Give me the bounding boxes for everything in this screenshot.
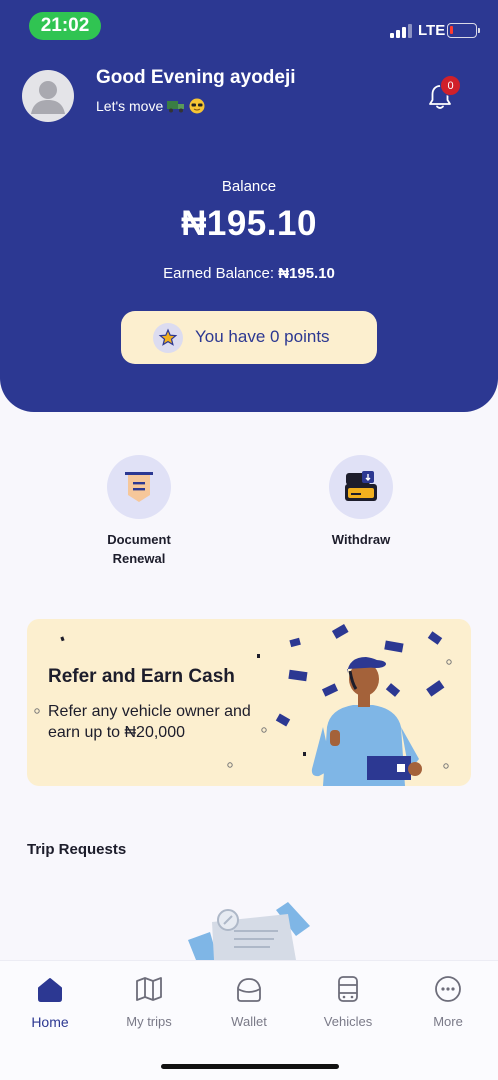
greeting-title: Good Evening ayodeji bbox=[96, 67, 296, 88]
home-indicator bbox=[161, 1064, 339, 1069]
refer-banner[interactable]: Refer and Earn Cash Refer any vehicle ow… bbox=[27, 619, 471, 786]
wallet-card-icon bbox=[329, 455, 393, 519]
earned-label: Earned Balance: bbox=[163, 265, 275, 282]
battery-icon bbox=[447, 23, 477, 38]
earned-value: ₦195.10 bbox=[278, 265, 335, 282]
truck-emoji-icon bbox=[167, 101, 185, 113]
empty-trips-illustration bbox=[188, 902, 310, 960]
tab-more[interactable]: More bbox=[408, 974, 488, 1029]
tab-home[interactable]: Home bbox=[10, 974, 90, 1030]
balance-value: ₦195.10 bbox=[181, 204, 317, 243]
withdraw-label: Withdraw bbox=[331, 532, 391, 547]
tab-my-trips[interactable]: My trips bbox=[109, 974, 189, 1029]
notification-badge: 0 bbox=[440, 75, 461, 96]
status-time: 21:02 bbox=[29, 12, 101, 40]
bottom-tab-bar: Home My trips Wallet Vehicles More bbox=[0, 960, 498, 1080]
network-label: LTE bbox=[418, 22, 446, 39]
balance-label: Balance bbox=[221, 178, 277, 195]
home-icon bbox=[38, 978, 62, 1002]
signal-icon bbox=[390, 24, 412, 38]
points-button[interactable]: You have 0 points bbox=[121, 311, 377, 364]
refer-title: Refer and Earn Cash bbox=[48, 666, 235, 687]
greeting-tagline: Let's move bbox=[96, 98, 205, 114]
tab-wallet[interactable]: Wallet bbox=[209, 974, 289, 1029]
sunglasses-emoji-icon bbox=[189, 98, 205, 114]
refer-subtitle: Refer any vehicle owner and earn up to ₦… bbox=[48, 703, 251, 741]
tab-vehicles[interactable]: Vehicles bbox=[308, 974, 388, 1029]
points-text: You have 0 points bbox=[195, 327, 330, 346]
trip-requests-title: Trip Requests bbox=[27, 841, 127, 858]
status-bar: 21:02 LTE bbox=[0, 0, 498, 52]
document-icon bbox=[107, 455, 171, 519]
earned-balance: Earned Balance: ₦195.10 bbox=[0, 265, 498, 282]
star-badge-icon bbox=[153, 323, 183, 353]
tagline-text: Let's move bbox=[96, 98, 164, 114]
document-renewal-button[interactable]: Document Renewal bbox=[74, 455, 204, 568]
vehicle-icon bbox=[338, 976, 358, 1002]
more-icon bbox=[435, 976, 461, 1002]
withdraw-button[interactable]: Withdraw bbox=[296, 455, 426, 549]
user-icon bbox=[31, 81, 65, 114]
document-renewal-label: Document Renewal bbox=[107, 532, 171, 566]
map-icon bbox=[136, 977, 162, 1001]
wallet-icon bbox=[237, 978, 261, 1002]
battery-tip bbox=[478, 28, 480, 33]
avatar[interactable] bbox=[22, 70, 74, 122]
